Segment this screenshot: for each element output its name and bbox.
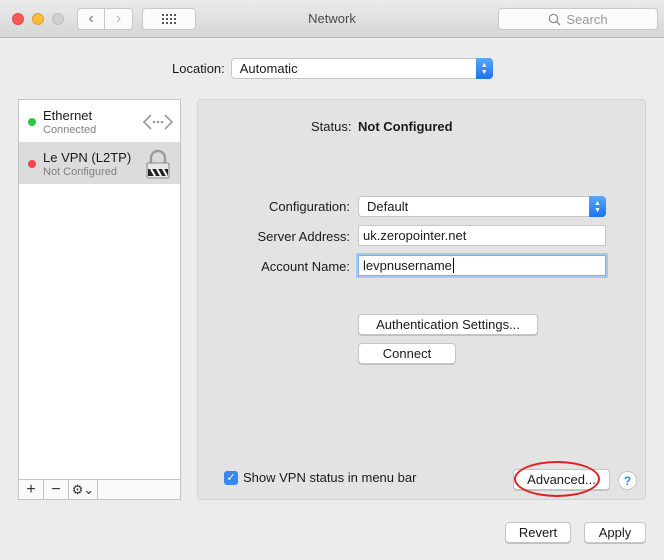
- configuration-label: Configuration:: [269, 199, 350, 214]
- server-address-field[interactable]: uk.zeropointer.net: [358, 225, 606, 246]
- configuration-value: Default: [367, 199, 409, 214]
- service-list-toolbar: + − ⚙⌄: [19, 479, 180, 499]
- location-popup[interactable]: Automatic ▲ ▼: [230, 58, 493, 79]
- plus-icon: +: [26, 480, 36, 498]
- gear-icon: ⚙⌄: [71, 481, 95, 497]
- service-item-ethernet[interactable]: Ethernet Connected: [19, 100, 180, 142]
- show-vpn-status-checkbox[interactable]: ✓: [224, 470, 238, 485]
- popup-arrows-icon: ▲ ▼: [475, 58, 493, 79]
- account-name-field[interactable]: levpnusername: [358, 255, 606, 276]
- minus-icon: −: [51, 480, 61, 498]
- status-dot-red: [28, 160, 36, 168]
- text-caret: [452, 258, 454, 273]
- configuration-popup[interactable]: Default ▲ ▼: [358, 196, 606, 217]
- service-name: Le VPN (L2TP): [43, 150, 132, 165]
- authentication-settings-button[interactable]: Authentication Settings...: [358, 314, 538, 335]
- title-bar: ‹ › Network Search: [0, 0, 664, 38]
- advanced-button[interactable]: Advanced...: [513, 469, 610, 490]
- location-row: Location: Automatic ▲ ▼: [172, 58, 493, 79]
- question-icon: ?: [623, 473, 632, 488]
- status-dot-green: [28, 118, 36, 126]
- location-value: Automatic: [239, 61, 298, 76]
- location-label: Location:: [172, 61, 225, 76]
- remove-service-button[interactable]: −: [44, 480, 69, 499]
- server-address-value: uk.zeropointer.net: [363, 228, 467, 243]
- popup-arrows-icon: ▲ ▼: [589, 196, 606, 217]
- vpn-lock-icon: [146, 149, 170, 179]
- service-item-le-vpn[interactable]: Le VPN (L2TP) Not Configured: [19, 142, 180, 184]
- status-label: Status:: [311, 119, 352, 134]
- service-name: Ethernet: [43, 108, 93, 123]
- connect-button[interactable]: Connect: [358, 343, 456, 364]
- search-icon: [549, 13, 561, 25]
- status-value: Not Configured: [358, 119, 453, 134]
- search-placeholder: Search: [566, 11, 608, 27]
- search-field[interactable]: Search: [498, 8, 658, 30]
- server-address-label: Server Address:: [257, 229, 351, 244]
- vpn-detail-panel: Status: Not Configured Configuration: De…: [197, 99, 646, 500]
- show-vpn-status-label: Show VPN status in menu bar: [243, 470, 417, 485]
- action-menu-button[interactable]: ⚙⌄: [69, 480, 98, 499]
- checkmark-icon: ✓: [226, 472, 236, 484]
- service-list: Ethernet Connected Le VPN (L2TP) Not Con…: [18, 99, 181, 500]
- add-service-button[interactable]: +: [19, 480, 44, 499]
- apply-button[interactable]: Apply: [584, 522, 646, 543]
- ethernet-icon: [142, 114, 174, 130]
- account-name-label: Account Name:: [261, 259, 350, 274]
- show-vpn-status-row: ✓ Show VPN status in menu bar: [224, 470, 416, 485]
- account-name-value: levpnusername: [363, 258, 452, 273]
- service-status: Connected: [43, 124, 97, 136]
- revert-button[interactable]: Revert: [505, 522, 571, 543]
- service-status: Not Configured: [43, 166, 117, 178]
- help-button[interactable]: ?: [618, 471, 637, 490]
